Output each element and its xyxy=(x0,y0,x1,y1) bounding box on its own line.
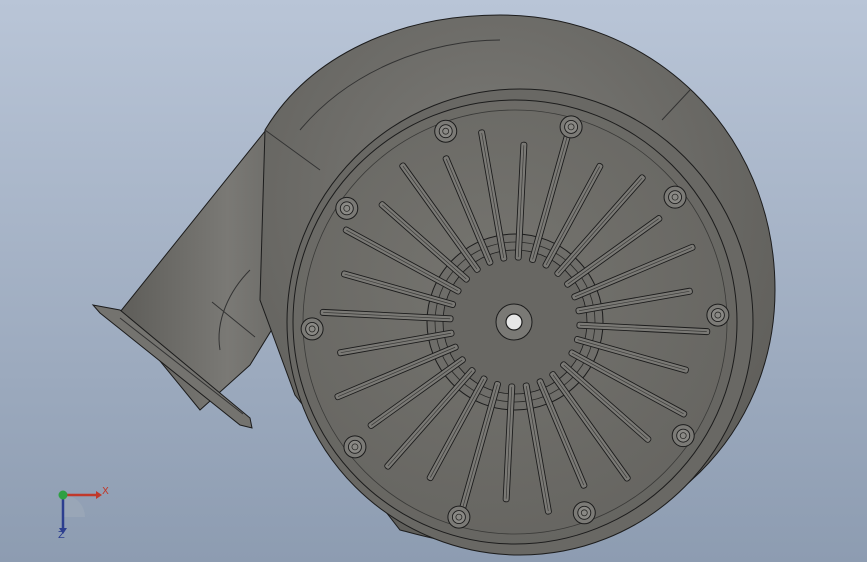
bolt-head xyxy=(447,505,471,529)
y-axis-dot xyxy=(58,490,68,500)
cad-viewport[interactable]: X Z xyxy=(0,0,867,562)
bolt-head xyxy=(671,424,695,448)
bolt-head xyxy=(434,119,458,143)
orientation-triad: X Z xyxy=(48,480,118,550)
bolt-head xyxy=(343,435,367,459)
shaft-hole xyxy=(505,313,523,331)
bolt-head xyxy=(706,303,730,327)
bolt-head xyxy=(300,317,324,341)
model-canvas[interactable] xyxy=(0,0,867,562)
z-axis-label: Z xyxy=(58,530,65,541)
bolt-head xyxy=(572,501,596,525)
bolt-head xyxy=(335,196,359,220)
x-axis-label: X xyxy=(102,486,109,497)
bolt-head xyxy=(663,185,687,209)
bolt-head xyxy=(559,115,583,139)
